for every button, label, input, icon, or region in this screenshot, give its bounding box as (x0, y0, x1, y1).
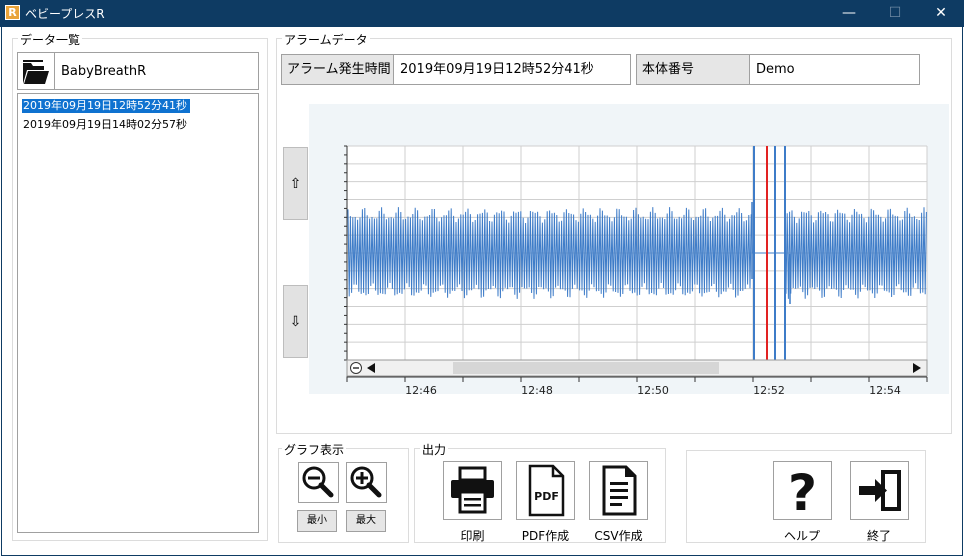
serial-number-value: Demo (749, 54, 920, 85)
device-name: BabyBreathR (61, 64, 147, 79)
graph-display-label: グラフ表示 (282, 441, 347, 458)
app-icon: R (5, 5, 20, 20)
zoom-in-button[interactable] (346, 462, 387, 503)
pdf-icon-text: PDF (534, 490, 559, 503)
csv-label: CSV作成 (594, 529, 643, 543)
pdf-icon: PDF (528, 464, 565, 517)
alarm-time-label: アラーム発生時間 (281, 54, 394, 85)
data-list-label: データ一覧 (18, 31, 83, 48)
scale-down-button[interactable]: ⇩ (283, 285, 308, 358)
alarm-data-label: アラームデータ (282, 31, 370, 48)
folder-button[interactable] (17, 52, 55, 90)
title-bar (0, 0, 964, 27)
folder-icon (23, 60, 49, 84)
question-mark-icon: ? (788, 464, 817, 522)
arrow-down-icon: ⇩ (289, 314, 302, 330)
zoom-in-icon (350, 466, 382, 498)
exit-label: 終了 (866, 529, 891, 543)
chart-area: 12:46 12:48 12:50 12:52 12:54 (309, 104, 949, 397)
print-button[interactable] (443, 461, 502, 520)
exit-door-icon (859, 470, 901, 511)
zoom-max-button[interactable]: 最大 (346, 510, 386, 532)
alarm-time-value: 2019年09月19日12時52分41秒 (393, 54, 631, 85)
list-item[interactable]: 2019年09月19日14時02分57秒 (22, 118, 190, 132)
help-label: ヘルプ (783, 529, 820, 543)
waveform-chart: 12:46 12:48 12:50 12:52 12:54 (344, 145, 928, 397)
zoom-min-button[interactable]: 最小 (297, 510, 337, 532)
zoom-out-button[interactable] (298, 462, 339, 503)
x-tick-label: 12:52 (753, 384, 785, 394)
exit-button[interactable] (850, 461, 909, 520)
help-button[interactable]: ? (773, 461, 832, 522)
serial-number-label: 本体番号 (636, 54, 750, 85)
x-tick-label: 12:46 (405, 384, 437, 394)
arrow-up-icon: ⇧ (289, 176, 302, 192)
csv-button[interactable] (589, 461, 648, 520)
close-button[interactable]: ✕ (918, 0, 964, 27)
zoom-out-icon (302, 466, 334, 498)
list-item[interactable]: 2019年09月19日12時52分41秒 (22, 99, 190, 113)
scale-up-button[interactable]: ⇧ (283, 147, 308, 220)
help-glyph: ? (788, 464, 817, 519)
x-tick-label: 12:50 (637, 384, 669, 394)
print-label: 印刷 (460, 529, 485, 543)
maximize-button[interactable]: ☐ (872, 0, 918, 27)
scrollbar-thumb (453, 362, 719, 374)
pdf-button[interactable]: PDF (516, 461, 575, 520)
alarm-list[interactable]: 2019年09月19日12時52分41秒 2019年09月19日14時02分57… (17, 93, 259, 533)
window-title: ベビープレスR (25, 7, 105, 21)
x-tick-label: 12:54 (869, 384, 901, 394)
device-name-box: BabyBreathR (54, 52, 259, 90)
output-label: 出力 (420, 441, 449, 458)
pdf-label: PDF作成 (521, 529, 570, 543)
printer-icon (451, 466, 494, 514)
document-icon (602, 465, 637, 516)
x-tick-label: 12:48 (521, 384, 553, 394)
minimize-button[interactable]: — (826, 0, 872, 27)
